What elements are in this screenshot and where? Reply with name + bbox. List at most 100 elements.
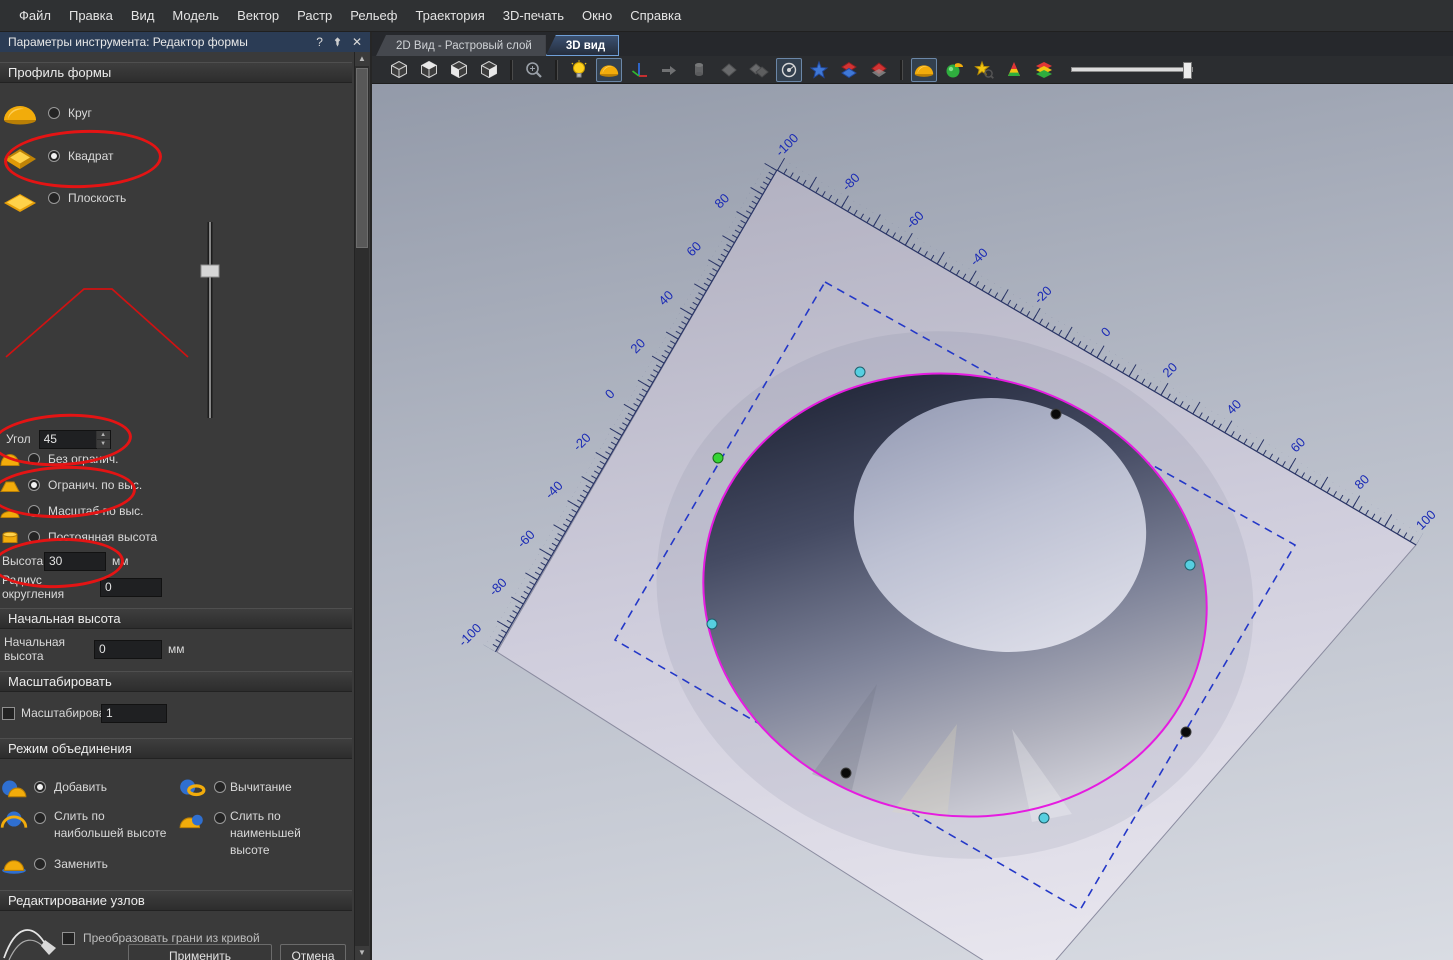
- relief-diamond-stack-icon[interactable]: [836, 58, 862, 82]
- menu-view[interactable]: Вид: [122, 8, 164, 23]
- layer-stack-icon[interactable]: [1031, 58, 1057, 82]
- menu-vector[interactable]: Вектор: [228, 8, 288, 23]
- cancel-button[interactable]: Отмена: [280, 944, 346, 960]
- radio-merge-low[interactable]: [214, 812, 226, 824]
- scale-input[interactable]: [101, 704, 167, 723]
- limit-height-icon: [0, 478, 20, 493]
- material-pyramid-icon[interactable]: [1001, 58, 1027, 82]
- subtract-mode-icon: [178, 776, 206, 798]
- application-window: Файл Правка Вид Модель Вектор Растр Рель…: [0, 0, 1453, 960]
- menu-relief[interactable]: Рельеф: [341, 8, 406, 23]
- radio-circle[interactable]: [48, 107, 60, 119]
- panel-scrollbar[interactable]: ▲ ▼: [354, 52, 369, 960]
- ruler-label: 80: [1351, 471, 1372, 492]
- view-along-z-icon[interactable]: [476, 58, 502, 82]
- menu-edit[interactable]: Правка: [60, 8, 122, 23]
- view-along-y-icon[interactable]: [446, 58, 472, 82]
- vector-node-green[interactable]: [713, 453, 723, 463]
- radio-square[interactable]: [48, 150, 60, 162]
- shape-editor-icon[interactable]: [596, 58, 622, 82]
- view-x-glyph: [419, 60, 439, 80]
- radius-input[interactable]: [100, 578, 162, 597]
- menu-file[interactable]: Файл: [10, 8, 60, 23]
- find-relief-icon[interactable]: [971, 58, 997, 82]
- menu-help[interactable]: Справка: [621, 8, 690, 23]
- vector-node-cyan[interactable]: [855, 367, 865, 377]
- panel-body: Профиль формы Круг Квадрат: [0, 52, 352, 960]
- menu-window[interactable]: Окно: [573, 8, 621, 23]
- zoom-in-icon[interactable]: [521, 58, 547, 82]
- node-edit-checkbox[interactable]: [62, 932, 75, 945]
- view-tabbar: 2D Вид - Растровый слой 3D вид: [372, 32, 1453, 56]
- scale-height-icon: [0, 504, 20, 519]
- angle-spinner[interactable]: ▲▼: [96, 431, 110, 448]
- vector-node-cyan[interactable]: [1185, 560, 1195, 570]
- transform-relief-icon[interactable]: [656, 58, 682, 82]
- tab-2d-view[interactable]: 2D Вид - Растровый слой: [376, 35, 546, 56]
- apply-button[interactable]: Применить: [128, 944, 272, 960]
- scroll-thumb[interactable]: [356, 68, 368, 248]
- vector-node-black[interactable]: [1051, 409, 1061, 419]
- origin-axes-icon[interactable]: [626, 58, 652, 82]
- 3d-scene: -100 -80 -60 -40 -20 0 20 40 60 80 100 8…: [372, 84, 1453, 960]
- scale-checkbox[interactable]: [2, 707, 15, 720]
- scroll-down-arrow[interactable]: ▼: [355, 946, 369, 960]
- angle-label: Угол: [6, 432, 31, 446]
- help-button[interactable]: ?: [316, 35, 323, 49]
- shape-tool-icon[interactable]: [911, 58, 937, 82]
- radio-plane[interactable]: [48, 192, 60, 204]
- tab-3d-view[interactable]: 3D вид: [546, 35, 619, 56]
- pin-icon[interactable]: [332, 36, 343, 48]
- radio-replace[interactable]: [34, 858, 46, 870]
- extrude-relief-icon[interactable]: [686, 58, 712, 82]
- vector-node-black[interactable]: [841, 768, 851, 778]
- radio-add[interactable]: [34, 781, 46, 793]
- red-diamond-glyph: [869, 60, 889, 80]
- delete-relief-icon[interactable]: [866, 58, 892, 82]
- light-bulb-icon[interactable]: [566, 58, 592, 82]
- shape-option-label: Плоскость: [68, 191, 126, 205]
- relief-circle-tool-icon[interactable]: [776, 58, 802, 82]
- transform-glyph: [659, 60, 679, 80]
- angle-slider-handle[interactable]: [201, 265, 219, 277]
- vector-node-black[interactable]: [1181, 727, 1191, 737]
- radio-merge-high[interactable]: [34, 812, 46, 824]
- relief-opacity-slider[interactable]: [1071, 67, 1193, 72]
- shape-option-square[interactable]: Квадрат: [0, 137, 352, 175]
- radio-scale-height[interactable]: [28, 505, 40, 517]
- section-header-combine: Режим объединения: [0, 738, 352, 759]
- vector-node-cyan[interactable]: [1039, 813, 1049, 823]
- height-input[interactable]: [44, 552, 106, 571]
- limit-option-by-height[interactable]: Огранич. по выс.: [0, 474, 352, 496]
- relief-tool-disabled-icon-2[interactable]: [746, 58, 772, 82]
- limit-option-none[interactable]: Без огранич.: [0, 448, 352, 470]
- menu-toolpath[interactable]: Траектория: [406, 8, 493, 23]
- radio-subtract[interactable]: [214, 781, 226, 793]
- limit-option-constant[interactable]: Постоянная высота: [0, 526, 352, 548]
- menu-3dprint[interactable]: 3D-печать: [494, 8, 573, 23]
- start-height-input[interactable]: [94, 640, 162, 659]
- shape-option-circle[interactable]: Круг: [0, 94, 352, 132]
- radio-limit-height[interactable]: [28, 479, 40, 491]
- color-pyramid-glyph: [1004, 60, 1024, 80]
- limit-option-label: Постоянная высота: [48, 530, 157, 544]
- radio-no-limit[interactable]: [28, 453, 40, 465]
- scroll-up-arrow[interactable]: ▲: [355, 52, 369, 66]
- tab-label: 3D вид: [566, 40, 605, 52]
- ruler-label: -100: [772, 130, 801, 159]
- limit-option-scale[interactable]: Масштаб по выс.: [0, 500, 352, 522]
- menu-raster[interactable]: Растр: [288, 8, 341, 23]
- vector-node-cyan[interactable]: [707, 619, 717, 629]
- menu-model[interactable]: Модель: [163, 8, 228, 23]
- shape-option-plane[interactable]: Плоскость: [0, 179, 352, 217]
- texture-relief-icon[interactable]: [806, 58, 832, 82]
- tab-label: 2D Вид - Растровый слой: [396, 40, 532, 52]
- smooth-relief-icon[interactable]: [941, 58, 967, 82]
- 3d-viewport[interactable]: -100 -80 -60 -40 -20 0 20 40 60 80 100 8…: [372, 84, 1453, 960]
- view-along-x-icon[interactable]: [416, 58, 442, 82]
- close-panel-button[interactable]: ✕: [352, 35, 362, 49]
- relief-tool-disabled-icon-1[interactable]: [716, 58, 742, 82]
- opacity-slider-handle[interactable]: [1183, 62, 1192, 79]
- view-iso-icon[interactable]: [386, 58, 412, 82]
- radio-constant-height[interactable]: [28, 531, 40, 543]
